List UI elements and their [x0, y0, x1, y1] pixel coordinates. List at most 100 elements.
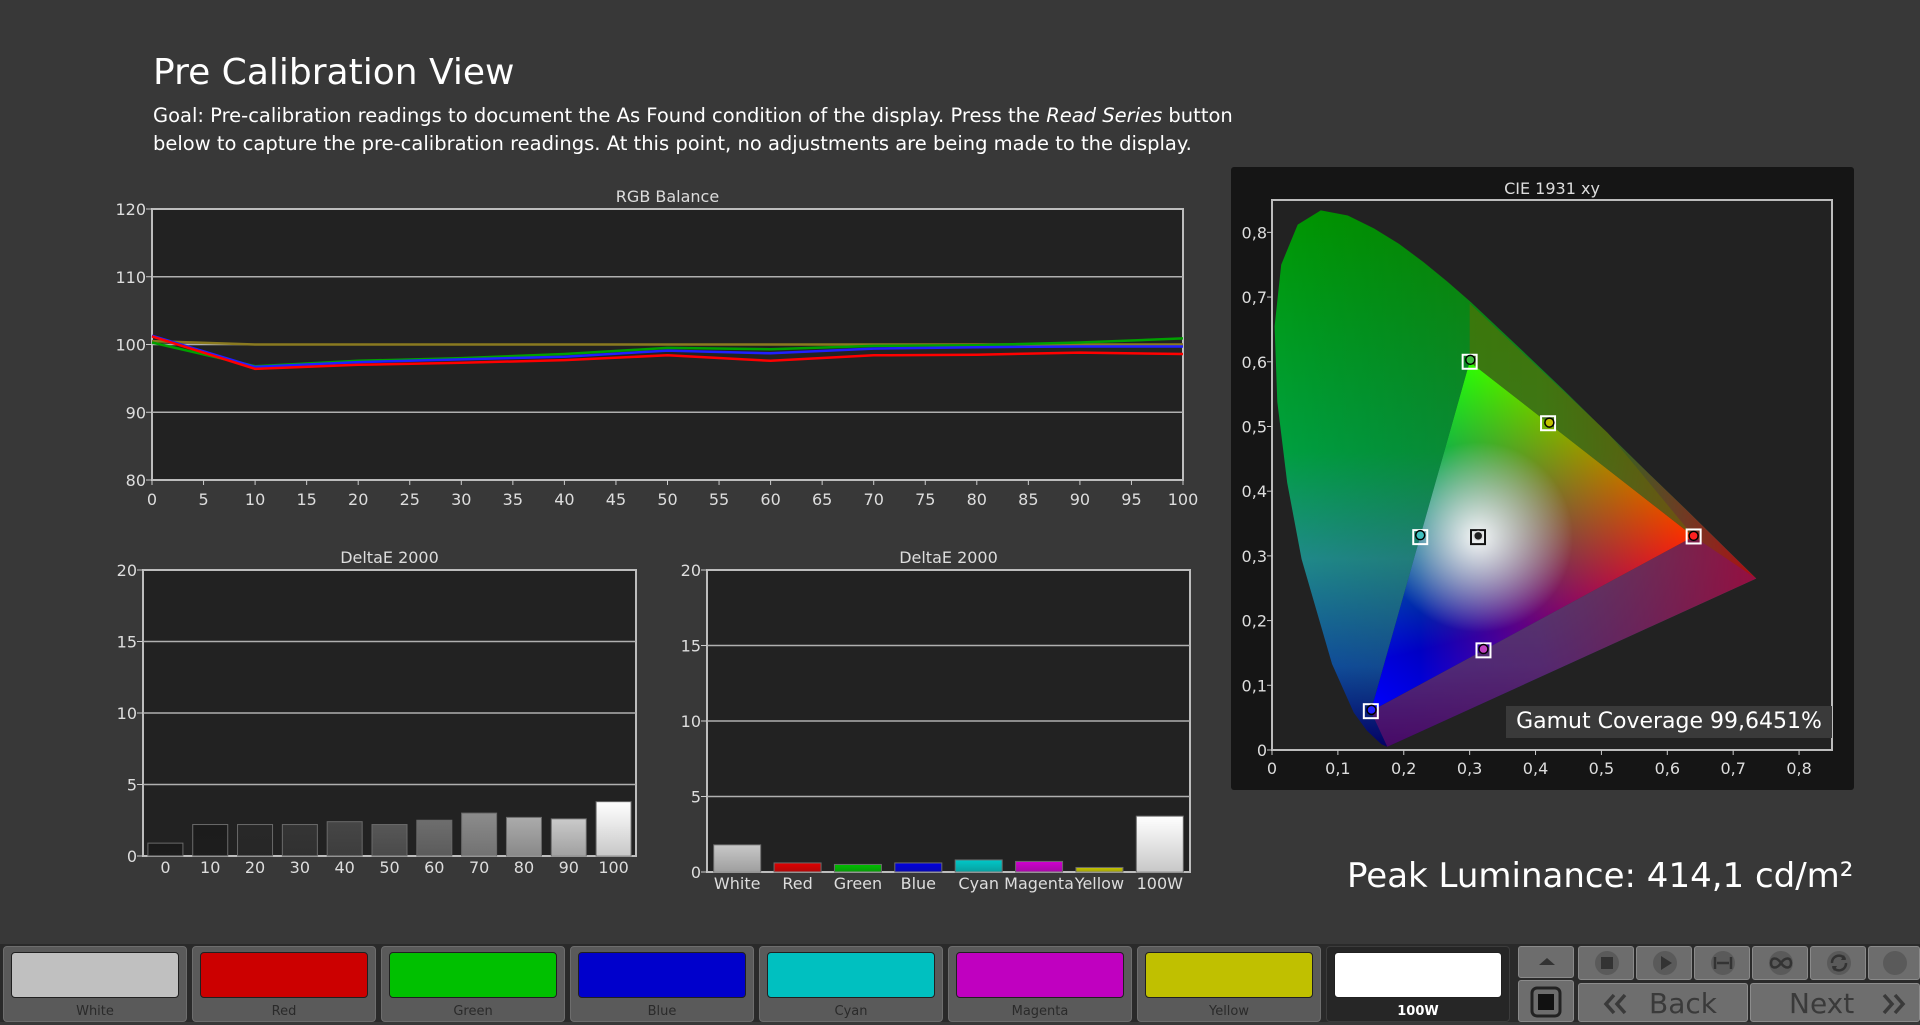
x-tick-label: Yellow [1074, 874, 1124, 893]
triangle-up-icon [1539, 958, 1555, 965]
bar-10 [192, 824, 229, 857]
infinity-icon [1769, 951, 1793, 975]
y-tick-label: 20 [117, 561, 137, 580]
read-series-button[interactable] [1518, 980, 1574, 1022]
x-tick-label: 0,3 [1457, 759, 1482, 778]
y-tick-label: 0,1 [1242, 676, 1267, 695]
play-button[interactable] [1636, 946, 1692, 980]
x-tick-label: Green [834, 874, 882, 893]
bar-yellow [1075, 866, 1124, 873]
x-tick-label: 50 [379, 858, 399, 877]
x-tick-label: 0 [147, 490, 157, 509]
x-tick-label: 40 [335, 858, 355, 877]
swatch-button-100w[interactable]: 100W [1326, 946, 1510, 1022]
swatch-color-block [200, 952, 368, 998]
y-tick-label: 5 [127, 776, 137, 795]
x-tick-label: 90 [1070, 490, 1090, 509]
measured-green [1465, 354, 1476, 366]
x-tick-label: 0,6 [1655, 759, 1680, 778]
swatch-button-cyan[interactable]: Cyan [759, 946, 943, 1022]
next-label: Next [1789, 987, 1855, 1020]
peak-luminance-readout: Peak Luminance: 414,1 cd/m² [1347, 856, 1854, 896]
swatch-color-block [1145, 952, 1313, 998]
refresh-button[interactable] [1810, 946, 1866, 980]
y-tick-label: 0 [127, 847, 137, 866]
y-tick-label: 100 [115, 336, 146, 355]
x-tick-label: 60 [760, 490, 780, 509]
x-tick-label: 0,4 [1523, 759, 1548, 778]
back-button[interactable]: Back [1578, 983, 1748, 1022]
x-tick-label: Cyan [958, 874, 999, 893]
y-tick-label: 5 [691, 788, 701, 807]
bar-20 [237, 824, 274, 857]
swatch-button-yellow[interactable]: Yellow [1137, 946, 1321, 1022]
x-tick-label: 60 [424, 858, 444, 877]
y-tick-label: 0,5 [1242, 417, 1267, 436]
chart-title: CIE 1931 xy [1504, 179, 1600, 198]
measured-yellow [1544, 417, 1555, 428]
y-tick-label: 0 [691, 863, 701, 882]
x-tick-label: 45 [606, 490, 626, 509]
bar-magenta [1015, 860, 1064, 873]
refresh-icon [1827, 951, 1851, 975]
y-tick-label: 0,7 [1242, 288, 1267, 307]
bar-70 [461, 812, 498, 857]
x-tick-label: 100 [1168, 490, 1199, 509]
swatch-label: Red [271, 1004, 297, 1019]
swatch-label: White [76, 1004, 114, 1019]
bar-80 [505, 816, 542, 857]
stop-icon [1595, 951, 1619, 975]
swatch-label: Green [453, 1004, 493, 1019]
swatch-button-white[interactable]: White [3, 946, 187, 1022]
measured-red [1688, 530, 1699, 542]
circle-icon [1883, 951, 1907, 975]
measured-blue [1366, 704, 1377, 716]
x-tick-label: 50 [657, 490, 677, 509]
deltae-colors-chart: DeltaE 2000 0 5 10 15 20 White Red Green Blue Cyan… [681, 548, 1191, 893]
page-title: Pre Calibration View [153, 52, 515, 93]
y-tick-label: 0,4 [1242, 482, 1267, 501]
chart-title: DeltaE 2000 [340, 548, 439, 567]
swatch-button-magenta[interactable]: Magenta [948, 946, 1132, 1022]
x-tick-label: 0,2 [1391, 759, 1416, 778]
x-tick-label: Blue [901, 874, 936, 893]
x-tick-label: 15 [296, 490, 316, 509]
x-tick-label: 20 [245, 858, 265, 877]
stop-square-icon [1530, 986, 1562, 1018]
x-tick-label: 85 [1018, 490, 1038, 509]
bar-40 [326, 821, 363, 857]
y-tick-label: 90 [126, 403, 146, 422]
y-tick-label: 0,3 [1242, 547, 1267, 566]
swatch-label: Yellow [1208, 1004, 1250, 1019]
range-button[interactable] [1694, 946, 1750, 980]
x-tick-label: 25 [400, 490, 420, 509]
x-tick-label: 5 [198, 490, 208, 509]
x-tick-label: 0,8 [1786, 759, 1811, 778]
gamut-coverage-readout: Gamut Coverage 99,6451% [1506, 706, 1832, 738]
x-tick-label: 55 [709, 490, 729, 509]
continuous-button[interactable] [1752, 946, 1808, 980]
x-tick-label: 30 [290, 858, 310, 877]
y-tick-label: 20 [681, 561, 701, 580]
stop-button[interactable] [1578, 946, 1634, 980]
x-tick-label: 65 [812, 490, 832, 509]
y-tick-label: 10 [681, 712, 701, 731]
swatch-label: Magenta [1011, 1004, 1069, 1019]
swatch-button-green[interactable]: Green [381, 946, 565, 1022]
measured-white [1472, 530, 1484, 542]
x-tick-label: 100W [1137, 874, 1184, 893]
x-tick-label: Red [782, 874, 812, 893]
y-tick-label: 0,8 [1242, 223, 1267, 242]
swatch-button-blue[interactable]: Blue [570, 946, 754, 1022]
x-tick-label: 30 [451, 490, 471, 509]
scroll-up-button[interactable] [1518, 946, 1574, 978]
next-button[interactable]: Next [1750, 983, 1920, 1022]
bar-white [713, 844, 762, 873]
extra-button[interactable] [1868, 946, 1920, 980]
y-tick-label: 0 [1257, 741, 1267, 760]
x-tick-label: 80 [514, 858, 534, 877]
swatch-button-red[interactable]: Red [192, 946, 376, 1022]
bar-red [773, 862, 822, 873]
swatch-color-block [1334, 952, 1502, 998]
measured-magenta [1478, 643, 1489, 655]
